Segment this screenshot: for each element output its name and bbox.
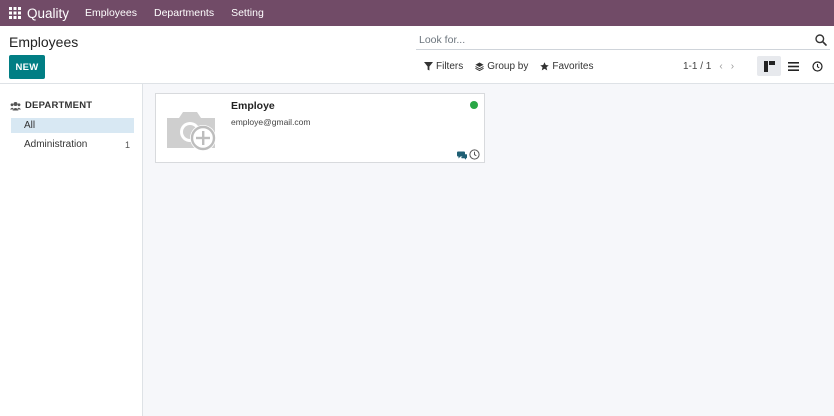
control-panel: Employees NEW Filters Group by Favorites…: [0, 26, 834, 84]
pager: 1-1 / 1 ‹ ›: [683, 61, 734, 72]
list-icon: [787, 61, 799, 71]
list-view-button[interactable]: [781, 56, 805, 76]
kanban-icon: [763, 60, 775, 72]
apps-grid-icon[interactable]: [2, 0, 28, 26]
search-bar: [416, 30, 830, 50]
employee-email: employe@gmail.com: [231, 117, 311, 127]
nav-item-employees[interactable]: Employees: [85, 7, 137, 19]
view-switcher: [757, 56, 829, 76]
sidebar-header: DEPARTMENT: [10, 100, 92, 111]
users-icon: [10, 101, 21, 110]
sidebar-header-label: DEPARTMENT: [25, 100, 93, 111]
filters-button[interactable]: Filters: [424, 61, 463, 72]
presence-status-icon: [470, 101, 478, 109]
activity-clock-icon[interactable]: [469, 149, 480, 160]
new-button[interactable]: NEW: [9, 55, 45, 79]
favorites-label: Favorites: [552, 61, 594, 72]
search-icon[interactable]: [814, 33, 828, 47]
filters-label: Filters: [436, 61, 464, 72]
app-brand[interactable]: Quality: [27, 6, 69, 21]
sidebar-item-label: Administration: [24, 139, 88, 150]
clock-icon: [811, 60, 823, 72]
favorites-button[interactable]: Favorites: [540, 61, 594, 72]
chevron-left-icon[interactable]: ‹: [719, 61, 722, 72]
group-by-button[interactable]: Group by: [475, 61, 528, 72]
search-options: Filters Group by Favorites: [424, 61, 594, 72]
department-sidebar: DEPARTMENT All Administration 1: [0, 84, 143, 416]
activity-view-button[interactable]: [805, 56, 829, 76]
sidebar-item-all[interactable]: All: [11, 118, 134, 133]
pager-value[interactable]: 1-1 / 1: [683, 61, 711, 72]
sidebar-item-administration[interactable]: Administration 1: [11, 137, 134, 152]
star-icon: [540, 62, 550, 71]
employee-card[interactable]: Employe employe@gmail.com: [155, 93, 485, 163]
nav-item-departments[interactable]: Departments: [154, 7, 214, 19]
page-title: Employees: [9, 34, 79, 50]
camera-placeholder-icon: [167, 112, 216, 151]
layers-icon: [475, 62, 485, 71]
chevron-right-icon[interactable]: ›: [731, 61, 734, 72]
group-by-label: Group by: [487, 61, 529, 72]
employee-name: Employe: [231, 100, 275, 112]
filter-icon: [424, 62, 433, 71]
sidebar-item-label: All: [24, 120, 36, 131]
top-navbar: Quality Employees Departments Setting: [0, 0, 834, 26]
sidebar-item-count: 1: [124, 139, 130, 150]
search-input[interactable]: [416, 33, 814, 46]
nav-item-setting[interactable]: Setting: [231, 7, 264, 19]
chat-icon[interactable]: [457, 151, 467, 160]
kanban-view-button[interactable]: [757, 56, 781, 76]
